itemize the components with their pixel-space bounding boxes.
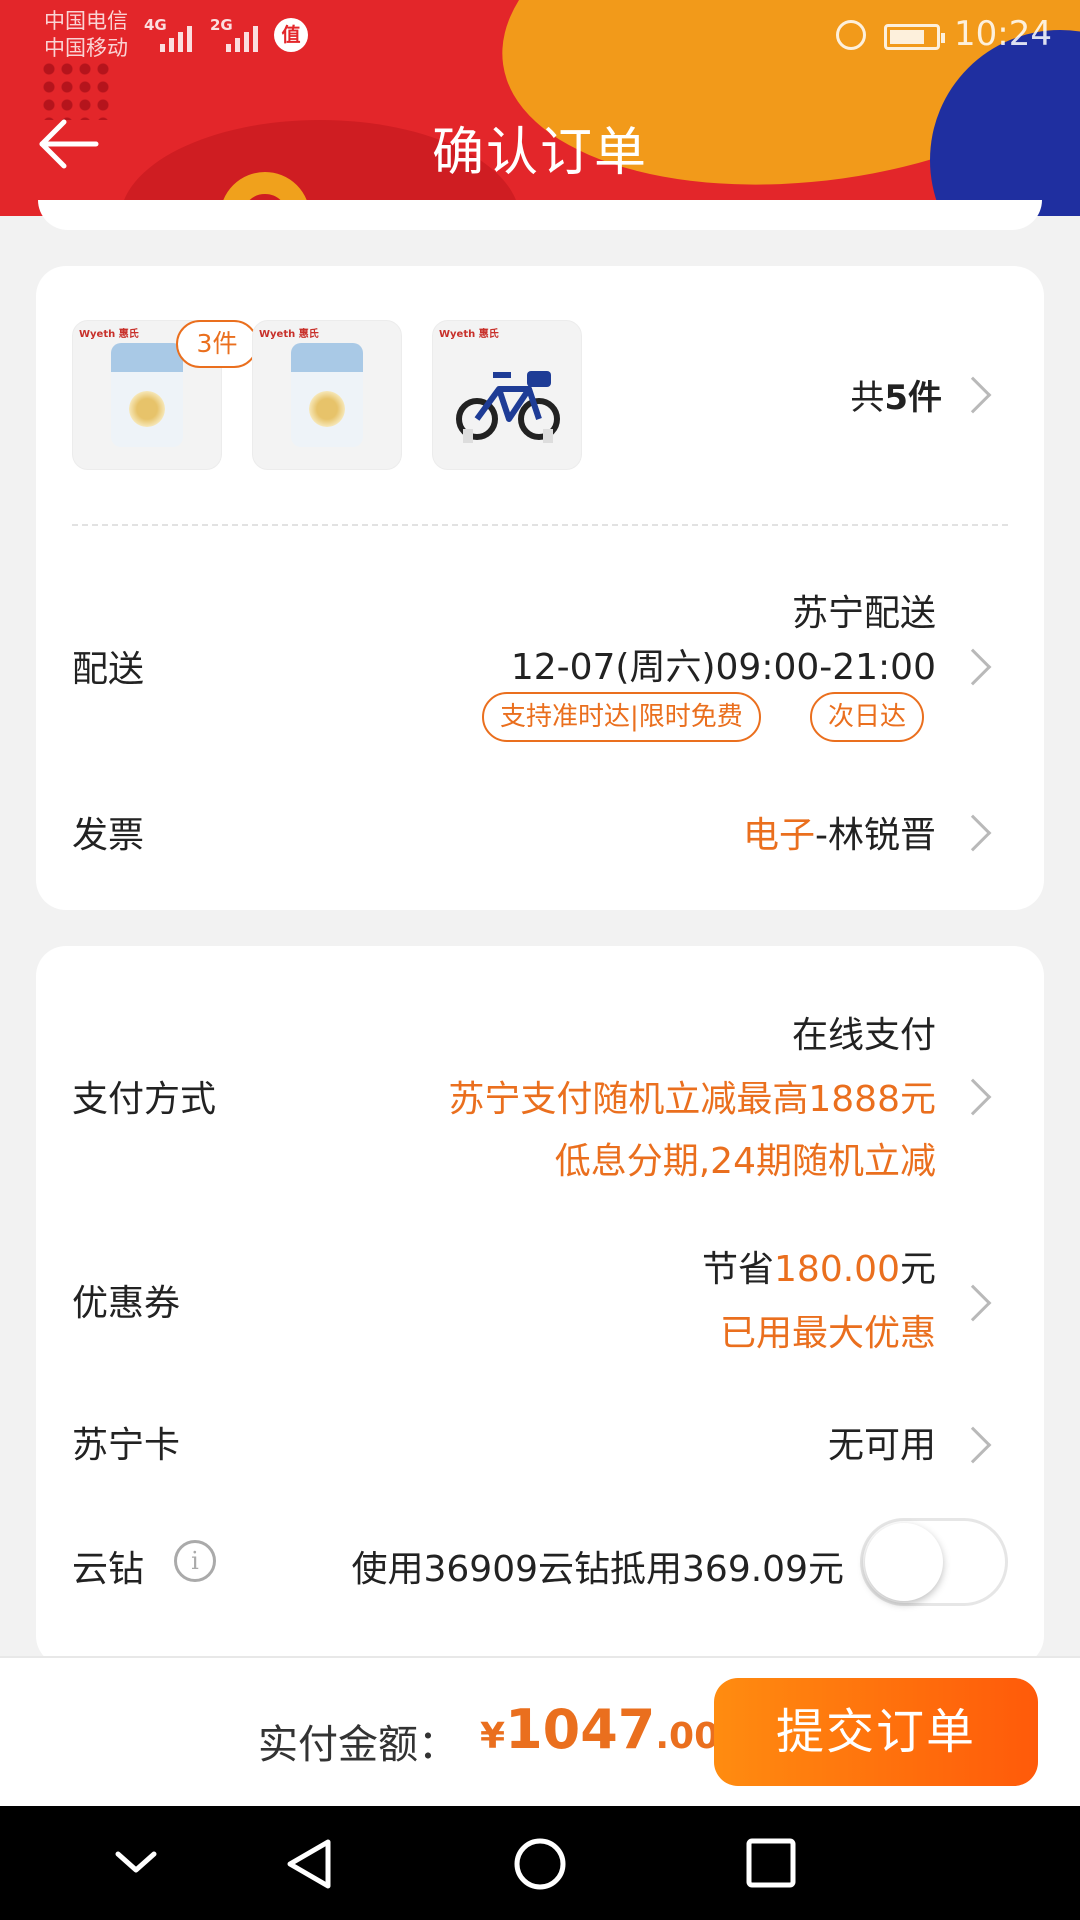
clock: 10:24 [954, 14, 1052, 54]
payment-promo-2: 低息分期,24期随机立减 [554, 1141, 936, 1182]
payment-card: 支付方式 在线支付 苏宁支付随机立减最高1888元 低息分期,24期随机立减 优… [36, 946, 1044, 1666]
invoice-name: -林锐晋 [815, 815, 936, 856]
invoice-type: 电子 [742, 815, 815, 856]
delivery-label: 配送 [72, 649, 145, 690]
amount-decimal: .00 [655, 1716, 720, 1757]
alarm-icon [836, 20, 866, 50]
pay-amount: ¥1047.00 [480, 1698, 719, 1761]
product-thumbnail[interactable]: Wyeth 惠氏 [252, 320, 402, 470]
total-count: 5件 [884, 378, 942, 418]
page-title: 确认订单 [431, 123, 648, 183]
system-nav-bar [0, 1806, 1080, 1920]
coupon-save-prefix: 节省 [702, 1249, 775, 1290]
carrier1: 中国电信 [44, 9, 128, 33]
coupon-label: 优惠券 [72, 1283, 181, 1324]
invoice-value[interactable]: 电子-林锐晋 [743, 806, 936, 858]
coupon-save-suffix: 元 [899, 1249, 936, 1290]
cloud-diamond-label: 云钻 [72, 1549, 145, 1590]
kids-bicycle-image [456, 371, 560, 443]
back-triangle-icon[interactable] [282, 1836, 338, 1892]
coupon-savings[interactable]: 节省180.00元 [702, 1240, 936, 1292]
chevron-down-icon[interactable] [110, 1836, 162, 1888]
home-circle-icon[interactable] [512, 1836, 568, 1892]
chevron-right-icon[interactable] [954, 814, 992, 852]
carrier2: 中国移动 [44, 36, 128, 60]
chevron-right-icon[interactable] [954, 648, 992, 686]
signal-icon [226, 24, 258, 52]
amount-integer: 1047 [505, 1698, 656, 1761]
chevron-right-icon[interactable] [954, 1078, 992, 1116]
pay-amount-label: 实付金额： [258, 1722, 458, 1768]
total-prefix: 共 [850, 378, 885, 418]
carrier-info: 中国电信 中国移动 [44, 8, 128, 62]
delivery-tag-nextday: 次日达 [810, 692, 925, 742]
product-thumbnail[interactable]: Wyeth 惠氏 [432, 320, 582, 470]
product-brand: Wyeth 惠氏 [259, 329, 319, 340]
delivery-tag-ontime: 支持准时达|限时免费 [482, 692, 761, 742]
invoice-label: 发票 [72, 815, 145, 856]
status-bar: 中国电信 中国移动 4G 2G 值 10:24 [0, 0, 1080, 72]
deal-badge-icon: 值 [274, 18, 308, 52]
milk-powder-can-image [291, 343, 363, 447]
delivery-time[interactable]: 12-07(周六)09:00-21:00 [511, 638, 936, 690]
payment-method-label: 支付方式 [72, 1079, 217, 1120]
suning-card-label: 苏宁卡 [72, 1425, 181, 1466]
delivery-method: 苏宁配送 [791, 593, 936, 634]
chevron-right-icon[interactable] [954, 376, 992, 414]
info-icon[interactable]: i [174, 1540, 216, 1582]
signal-icon [160, 24, 192, 52]
recent-apps-icon[interactable] [744, 1836, 798, 1890]
battery-icon [884, 24, 945, 50]
product-brand: Wyeth 惠氏 [439, 329, 499, 340]
order-items-card: Wyeth 惠氏 3件 Wyeth 惠氏 Wyeth 惠氏 共5件 配送 苏宁配… [36, 266, 1044, 910]
coupon-save-amount: 180.00 [774, 1249, 900, 1290]
previous-card-edge [38, 200, 1042, 230]
toggle-knob [865, 1523, 943, 1601]
item-total-count[interactable]: 共5件 [850, 370, 942, 419]
coupon-status: 已用最大优惠 [719, 1313, 936, 1354]
payment-promo-1: 苏宁支付随机立减最高1888元 [448, 1079, 936, 1120]
quantity-badge: 3件 [176, 320, 258, 368]
chevron-right-icon[interactable] [954, 1426, 992, 1464]
chevron-right-icon[interactable] [954, 1284, 992, 1322]
submit-order-button[interactable]: 提交订单 [714, 1678, 1038, 1786]
checkout-bar: 实付金额： ¥1047.00 提交订单 [0, 1656, 1080, 1806]
cloud-diamond-toggle[interactable] [860, 1518, 1008, 1606]
cloud-diamond-text: 使用36909云钻抵用369.09元 [351, 1549, 845, 1590]
header: 中国电信 中国移动 4G 2G 值 10:24 确认订单 [0, 0, 1080, 216]
product-brand: Wyeth 惠氏 [79, 329, 139, 340]
currency-symbol: ¥ [480, 1716, 506, 1757]
milk-powder-can-image [111, 343, 183, 447]
divider [72, 524, 1008, 526]
payment-method-value[interactable]: 在线支付 [792, 1006, 936, 1058]
suning-card-value[interactable]: 无可用 [828, 1416, 936, 1468]
